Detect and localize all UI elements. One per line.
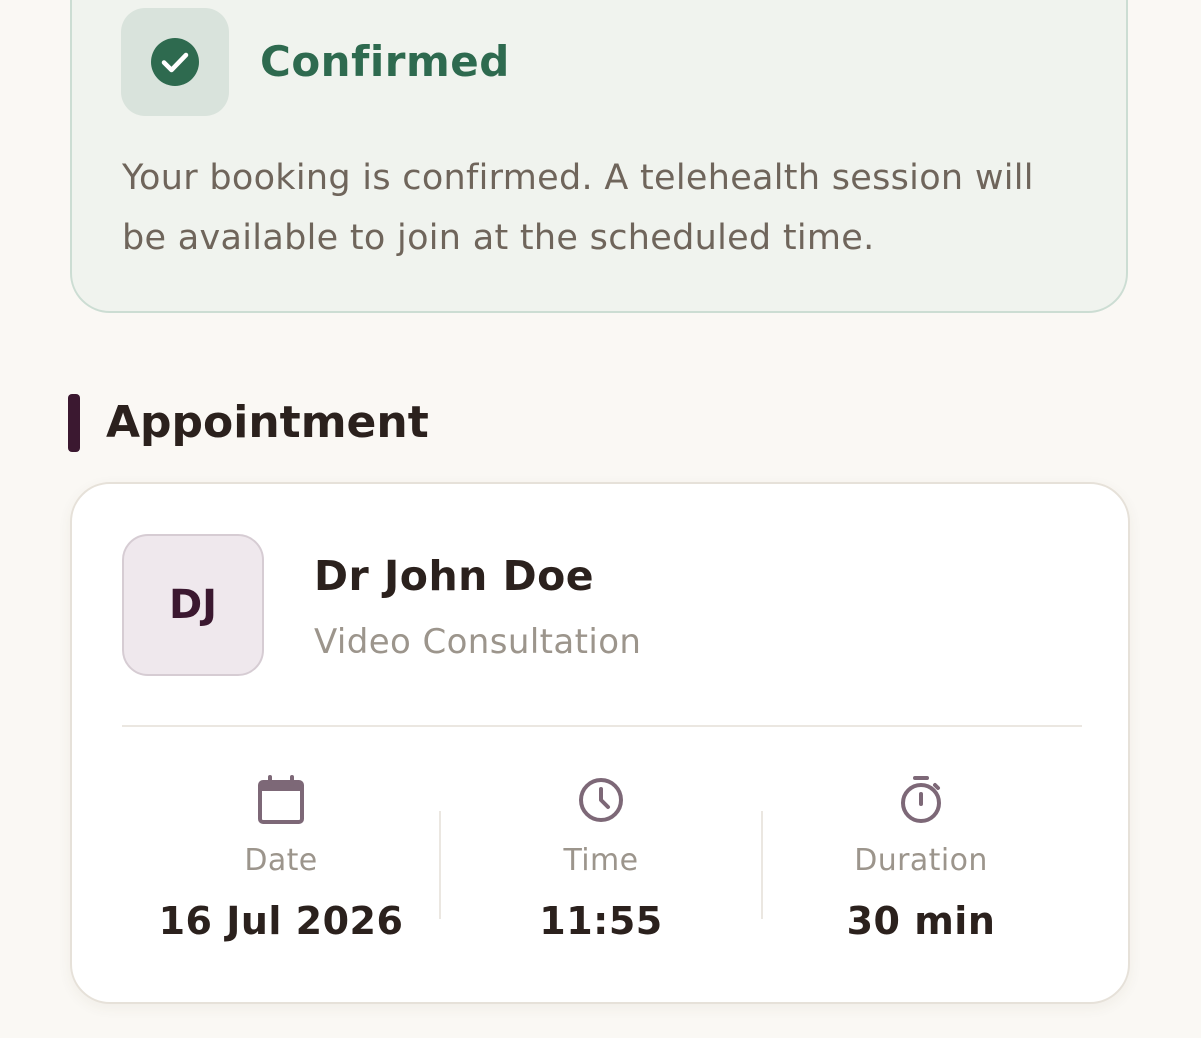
doctor-name: Dr John Doe [314, 552, 595, 600]
detail-time: Time 11:55 [441, 774, 761, 954]
detail-date: Date 16 Jul 2026 [121, 774, 441, 954]
section-accent-bar [68, 394, 80, 452]
status-message: Your booking is confirmed. A telehealth … [122, 158, 1034, 258]
check-circle-icon [151, 38, 199, 86]
duration-label: Duration [854, 843, 988, 878]
date-label: Date [244, 843, 318, 878]
time-label: Time [563, 843, 639, 878]
clock-icon [579, 778, 623, 822]
section-title: Appointment [106, 397, 429, 448]
status-icon-container [121, 8, 229, 116]
card-divider [122, 725, 1082, 727]
doctor-avatar: DJ [122, 534, 264, 676]
status-title: Confirmed [260, 37, 510, 86]
consultation-type: Video Consultation [314, 622, 642, 662]
date-value: 16 Jul 2026 [158, 899, 404, 943]
duration-value: 30 min [846, 899, 996, 943]
detail-duration: Duration 30 min [761, 774, 1081, 954]
confirmation-banner: Confirmed Your booking is confirmed. A t… [70, 0, 1128, 313]
calendar-icon [258, 775, 304, 824]
stopwatch-icon [901, 776, 941, 823]
booking-confirmation-page: Confirmed Your booking is confirmed. A t… [0, 0, 1201, 1038]
appointment-card: DJ Dr John Doe Video Consultation Date 1… [70, 482, 1130, 1004]
time-value: 11:55 [539, 899, 663, 943]
